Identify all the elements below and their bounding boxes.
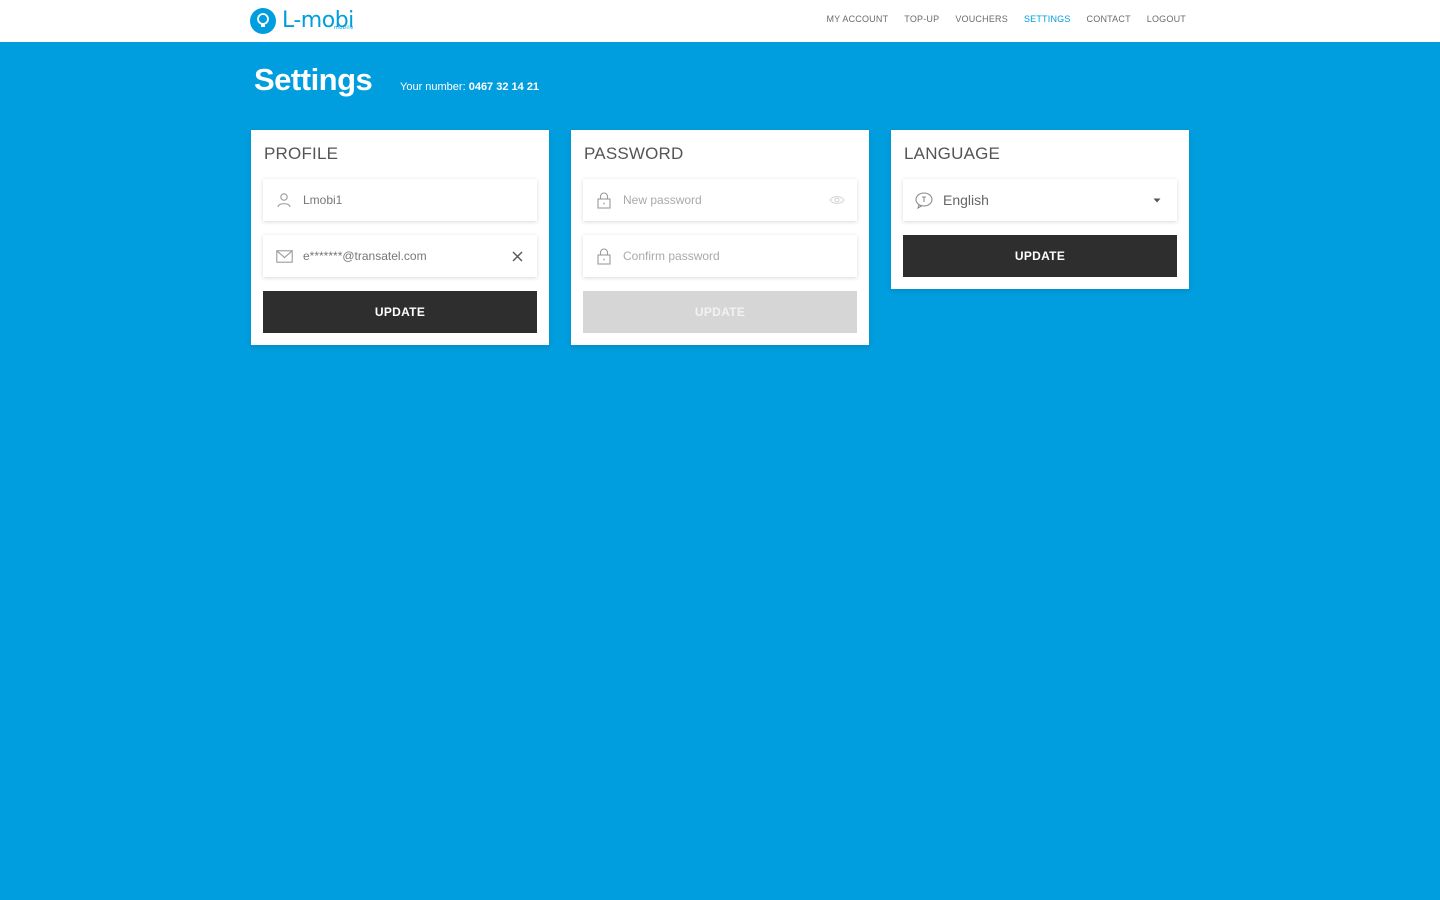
phone-number-value: 0467 32 14 21 [468,81,540,93]
logo-subtext: mobile [333,25,354,31]
lock-icon [595,191,613,209]
nav-top-up[interactable]: TOP-UP [904,14,939,24]
speech-bubble-icon [915,191,933,209]
bulb-icon [250,8,276,34]
nav-contact[interactable]: CONTACT [1087,14,1131,24]
password-card-title: PASSWORD [584,144,684,163]
phone-number-line: Your number: 0467 32 14 21 [400,81,539,93]
email-field[interactable]: e*******@transatel.com [263,235,537,277]
lock-icon [595,247,613,265]
user-icon [275,191,293,209]
profile-card-title: PROFILE [264,144,339,163]
profile-update-button[interactable]: UPDATE [263,291,537,333]
username-field[interactable]: Lmobi1 [263,179,537,221]
phone-number-label: Your number: [400,81,466,93]
new-password-placeholder: New password [623,193,702,207]
eye-icon[interactable] [829,192,845,208]
close-icon[interactable] [509,248,525,264]
brand-logo[interactable]: L-mobi mobile [250,6,354,36]
nav-vouchers[interactable]: VOUCHERS [955,14,1008,24]
password-card: PASSWORD New password Confirm password U… [571,130,869,345]
confirm-password-placeholder: Confirm password [623,249,720,263]
language-update-button[interactable]: UPDATE [903,235,1177,277]
new-password-field[interactable]: New password [583,179,857,221]
page-title: Settings [254,62,373,97]
envelope-icon [275,247,293,265]
logo-text: L-mobi mobile [282,10,354,32]
chevron-down-icon[interactable] [1149,192,1165,208]
top-navigation-bar: L-mobi mobile MY ACCOUNT TOP-UP VOUCHERS… [0,0,1440,42]
email-value: e*******@transatel.com [303,249,427,263]
language-card-title: LANGUAGE [904,144,1001,163]
language-selected-value: English [943,192,989,208]
language-select[interactable]: English [903,179,1177,221]
language-card: LANGUAGE English UPDATE [891,130,1189,289]
username-value: Lmobi1 [303,193,343,207]
main-nav: MY ACCOUNT TOP-UP VOUCHERS SETTINGS CONT… [826,14,1186,24]
nav-settings[interactable]: SETTINGS [1024,14,1071,24]
nav-my-account[interactable]: MY ACCOUNT [826,14,888,24]
password-update-button[interactable]: UPDATE [583,291,857,333]
nav-logout[interactable]: LOGOUT [1147,14,1186,24]
profile-card: PROFILE Lmobi1 e*******@transatel.com UP… [251,130,549,345]
confirm-password-field[interactable]: Confirm password [583,235,857,277]
